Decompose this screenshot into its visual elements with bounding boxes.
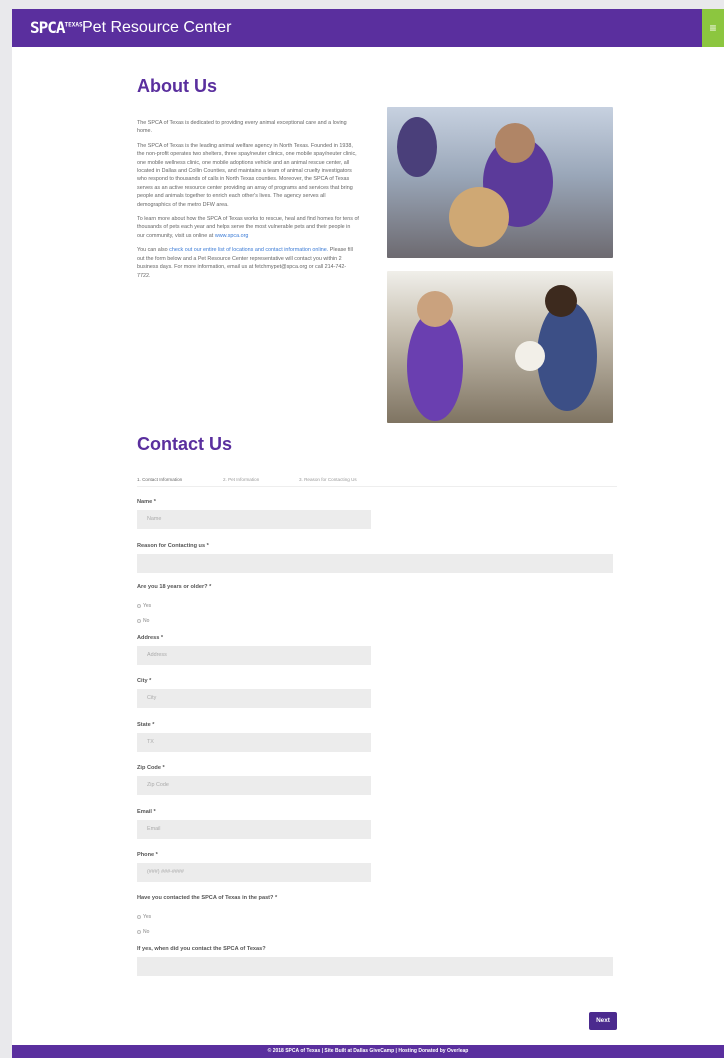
no-label: No [143, 929, 150, 935]
menu-icon[interactable]: ≡ [702, 9, 724, 47]
radio-icon[interactable] [137, 929, 141, 934]
photo-shape [495, 123, 535, 163]
contact-heading: Contact Us [137, 434, 233, 454]
address-input[interactable]: Address [137, 646, 371, 665]
step-contact-info[interactable]: 1. Contact Information [137, 477, 182, 482]
city-label: City * [137, 678, 152, 684]
phone-label: Phone * [137, 852, 158, 858]
reason-input[interactable] [137, 554, 613, 573]
about-paragraph: You can also check out our entire list o… [137, 246, 359, 280]
logo-text: SPCA [30, 18, 66, 37]
step-pet-info[interactable]: 2. Pet Information [223, 477, 259, 482]
site-title[interactable]: Pet Resource Center [82, 19, 231, 37]
yes-label: Yes [143, 603, 152, 609]
past-contact-label: Have you contacted the SPCA of Texas in … [137, 895, 278, 901]
when-contacted-input[interactable] [137, 957, 613, 976]
photo-shape [449, 187, 509, 247]
city-input[interactable]: City [137, 689, 371, 708]
locations-link[interactable]: check out our entire list of locations a… [169, 247, 328, 253]
state-input[interactable]: TX [137, 733, 371, 752]
next-button[interactable]: Next [589, 1012, 617, 1030]
past-no-option[interactable]: No [137, 929, 149, 935]
volunteer-with-dog-photo [387, 107, 613, 258]
about-paragraph: To learn more about how the SPCA of Texa… [137, 215, 359, 240]
radio-icon[interactable] [137, 603, 141, 608]
reason-label: Reason for Contacting us * [137, 543, 209, 549]
when-contacted-label: If yes, when did you contact the SPCA of… [137, 946, 266, 952]
footer: © 2018 SPCA of Texas | Site Built at Dal… [12, 1045, 724, 1058]
zip-label: Zip Code * [137, 765, 165, 771]
yes-label: Yes [143, 914, 152, 920]
family-with-dog-photo [387, 271, 613, 423]
spca-logo[interactable]: SPCATEXAS [30, 18, 83, 37]
photo-shape [515, 341, 545, 371]
page: SPCATEXAS Pet Resource Center ≡ About Us… [12, 9, 724, 1058]
age-question-label: Are you 18 years or older? * [137, 584, 212, 590]
photo-shape [545, 285, 577, 317]
zip-input[interactable]: Zip Code [137, 776, 371, 795]
about-paragraph: The SPCA of Texas is the leading animal … [137, 142, 357, 208]
photo-shape [537, 301, 597, 411]
about-paragraph: The SPCA of Texas is dedicated to provid… [137, 120, 347, 135]
phone-input[interactable]: (###) ###-#### [137, 863, 371, 882]
step-reason[interactable]: 3. Reason for Contacting Us [299, 477, 357, 482]
spca-website-link[interactable]: www.spca.org [215, 233, 249, 239]
age-no-option[interactable]: No [137, 618, 149, 624]
top-navbar: SPCATEXAS Pet Resource Center ≡ [12, 9, 724, 47]
about-heading: About Us [137, 76, 217, 96]
form-progress-steps: 1. Contact Information 2. Pet Informatio… [137, 475, 617, 487]
email-label: Email * [137, 809, 156, 815]
photo-shape [407, 311, 463, 421]
address-label: Address * [137, 635, 164, 641]
photo-shape [417, 291, 453, 327]
radio-icon[interactable] [137, 914, 141, 919]
no-label: No [143, 618, 150, 624]
age-yes-option[interactable]: Yes [137, 603, 151, 609]
past-yes-option[interactable]: Yes [137, 914, 151, 920]
state-label: State * [137, 722, 155, 728]
photo-shape [397, 117, 437, 177]
name-input[interactable]: Name [137, 510, 371, 529]
about-text: The SPCA of Texas is dedicated to provid… [137, 119, 359, 286]
logo-tm: TEXAS [64, 21, 83, 29]
radio-icon[interactable] [137, 618, 141, 623]
about-paragraph-text: You can also [137, 247, 168, 254]
name-label: Name * [137, 499, 156, 505]
email-input[interactable]: Email [137, 820, 371, 839]
